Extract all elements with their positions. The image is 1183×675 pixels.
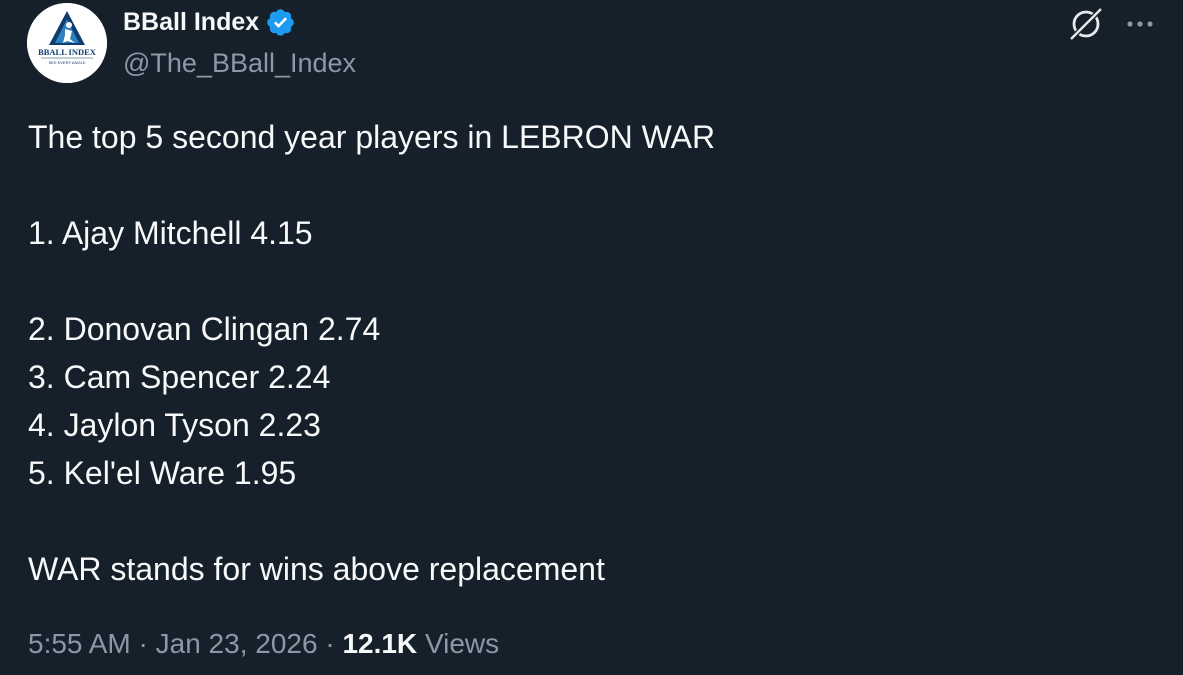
tweet-intro: The top 5 second year players in LEBRON … [28, 119, 716, 155]
meta-separator: · [130, 628, 156, 659]
more-options-icon[interactable] [1120, 4, 1160, 44]
author-name-row[interactable]: BBall Index [123, 6, 296, 38]
tweet-date[interactable]: Jan 23, 2026 [156, 628, 318, 659]
views-count[interactable]: 12.1K [342, 628, 417, 659]
tweet-meta: 5:55 AM · Jan 23, 2026 · 12.1K Views [28, 624, 499, 664]
views-label[interactable]: Views [425, 628, 499, 659]
avatar-tagline: SEE EVERY ANGLE [49, 60, 86, 65]
tweet-time[interactable]: 5:55 AM [28, 628, 131, 659]
ranking-item-5: 5. Kel'el Ware 1.95 [28, 455, 297, 491]
author-handle[interactable]: @The_BBall_Index [123, 46, 356, 80]
ranking-item-3: 3. Cam Spencer 2.24 [28, 359, 331, 395]
avatar-wordmark: BBALL INDEX [38, 47, 97, 57]
verified-badge-icon[interactable] [265, 7, 296, 38]
grok-icon[interactable] [1066, 4, 1106, 44]
bball-index-logo: BBALL INDEX SEE EVERY ANGLE [27, 3, 107, 83]
tweet-text: The top 5 second year players in LEBRON … [28, 113, 1148, 593]
ranking-item-4: 4. Jaylon Tyson 2.23 [28, 407, 321, 443]
tweet-card: BBALL INDEX SEE EVERY ANGLE BBall Index … [0, 0, 1183, 675]
tweet-footnote: WAR stands for wins above replacement [28, 551, 605, 587]
ranking-item-2: 2. Donovan Clingan 2.74 [28, 311, 381, 347]
avatar[interactable]: BBALL INDEX SEE EVERY ANGLE [27, 3, 107, 83]
author-name[interactable]: BBall Index [123, 6, 259, 38]
ranking-item-1: 1. Ajay Mitchell 4.15 [28, 215, 313, 251]
meta-separator: · [317, 628, 343, 659]
